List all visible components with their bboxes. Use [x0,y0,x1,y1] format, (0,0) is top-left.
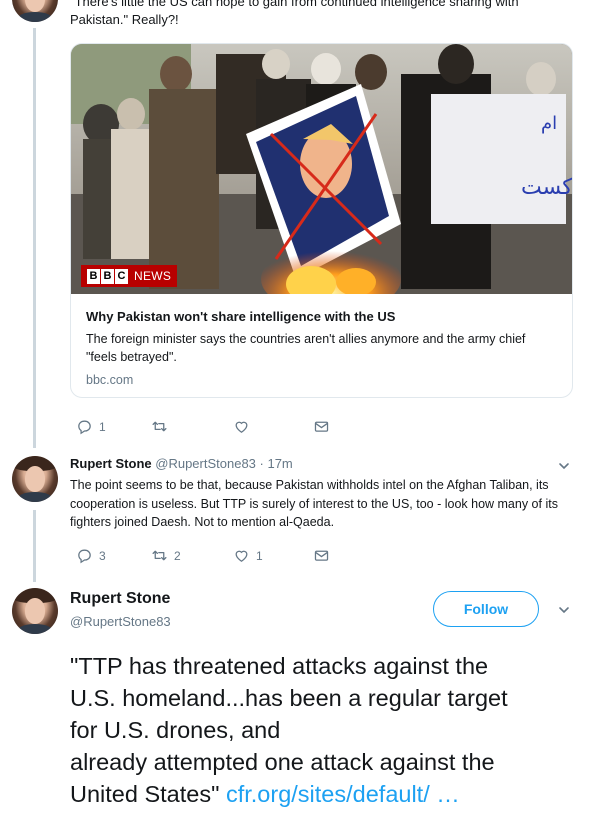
reply-button[interactable]: 3 [76,547,106,564]
tweet-header: Rupert Stone @RupertStone83 · 17m [70,455,293,473]
chevron-down-icon[interactable] [557,603,571,617]
tweet-text-segment: United States" [70,781,220,807]
like-button[interactable]: 1 [233,547,263,564]
like-button[interactable] [233,418,256,435]
avatar[interactable] [12,0,58,22]
reply-count: 3 [99,548,106,563]
user-handle[interactable]: @RupertStone83 [155,456,256,471]
user-name[interactable]: Rupert Stone [70,456,152,471]
bbc-logo-letter: B [101,268,114,284]
tweet-text-line: U.S. homeland...has been a regular targe… [70,685,508,711]
tweet-text-line: already attempted one attack against the [70,749,495,775]
bbc-logo-news: NEWS [134,269,172,283]
card-title: Why Pakistan won't share intelligence wi… [86,309,396,324]
tweet-text-line: "TTP has threatened attacks against the [70,653,489,679]
follow-button[interactable]: Follow [433,591,539,627]
direct-message-button[interactable] [313,547,330,564]
card-domain: bbc.com [86,373,134,387]
reply-count: 1 [99,419,106,434]
direct-message-button[interactable] [313,418,330,435]
retweet-button[interactable] [151,418,174,435]
bbc-news-logo: B B C NEWS [81,265,178,287]
heart-icon [235,421,248,433]
tweet-link[interactable]: cfr.org/sites/default/ … [226,781,460,807]
link-card[interactable]: ام پاکست B B C NEWS Why Pakistan won't s… [70,43,573,398]
retweet-button[interactable]: 2 [151,547,181,564]
tweet-text: The point seems to be that, because Paki… [70,478,558,529]
tweet-text: "TTP has threatened attacks against the … [70,650,590,810]
bbc-logo-letter: B [87,268,100,284]
retweet-count: 2 [174,548,181,563]
chevron-down-icon[interactable] [557,459,571,473]
tweet-text-line: "There's little the US can hope to gain … [70,0,519,9]
protest-photo: ام پاکست [71,44,572,294]
user-name[interactable]: Rupert Stone [70,590,170,608]
heart-icon [235,550,248,562]
tweet-text-line: for U.S. drones, and [70,717,281,743]
avatar[interactable] [12,456,58,502]
tweet-time[interactable]: · 17m [260,456,293,471]
tweet-text-line: United States" cfr.org/sites/default/ … [70,778,590,810]
like-count: 1 [256,548,263,563]
thread-line-top [33,28,36,448]
user-handle[interactable]: @RupertStone83 [70,614,171,629]
thread-line-middle [33,510,36,582]
retweet-icon [152,550,167,561]
card-meta: Why Pakistan won't share intelligence wi… [71,294,572,397]
avatar[interactable] [12,588,58,634]
svg-text:پاکست: پاکست [521,175,572,200]
tweet-text-line: Pakistan." Really?! [70,12,179,27]
svg-text:ام: ام [541,113,557,134]
bbc-logo-letter: C [115,268,128,284]
card-image[interactable]: ام پاکست B B C NEWS [71,44,572,294]
tweet-text: "There's little the US can hope to gain … [70,0,570,29]
reply-button[interactable]: 1 [76,418,106,435]
envelope-icon [314,550,329,561]
card-description: The foreign minister says the countries … [86,332,526,364]
reply-icon [78,549,91,564]
retweet-icon [152,421,167,432]
envelope-icon [314,421,329,432]
reply-icon [78,420,91,435]
